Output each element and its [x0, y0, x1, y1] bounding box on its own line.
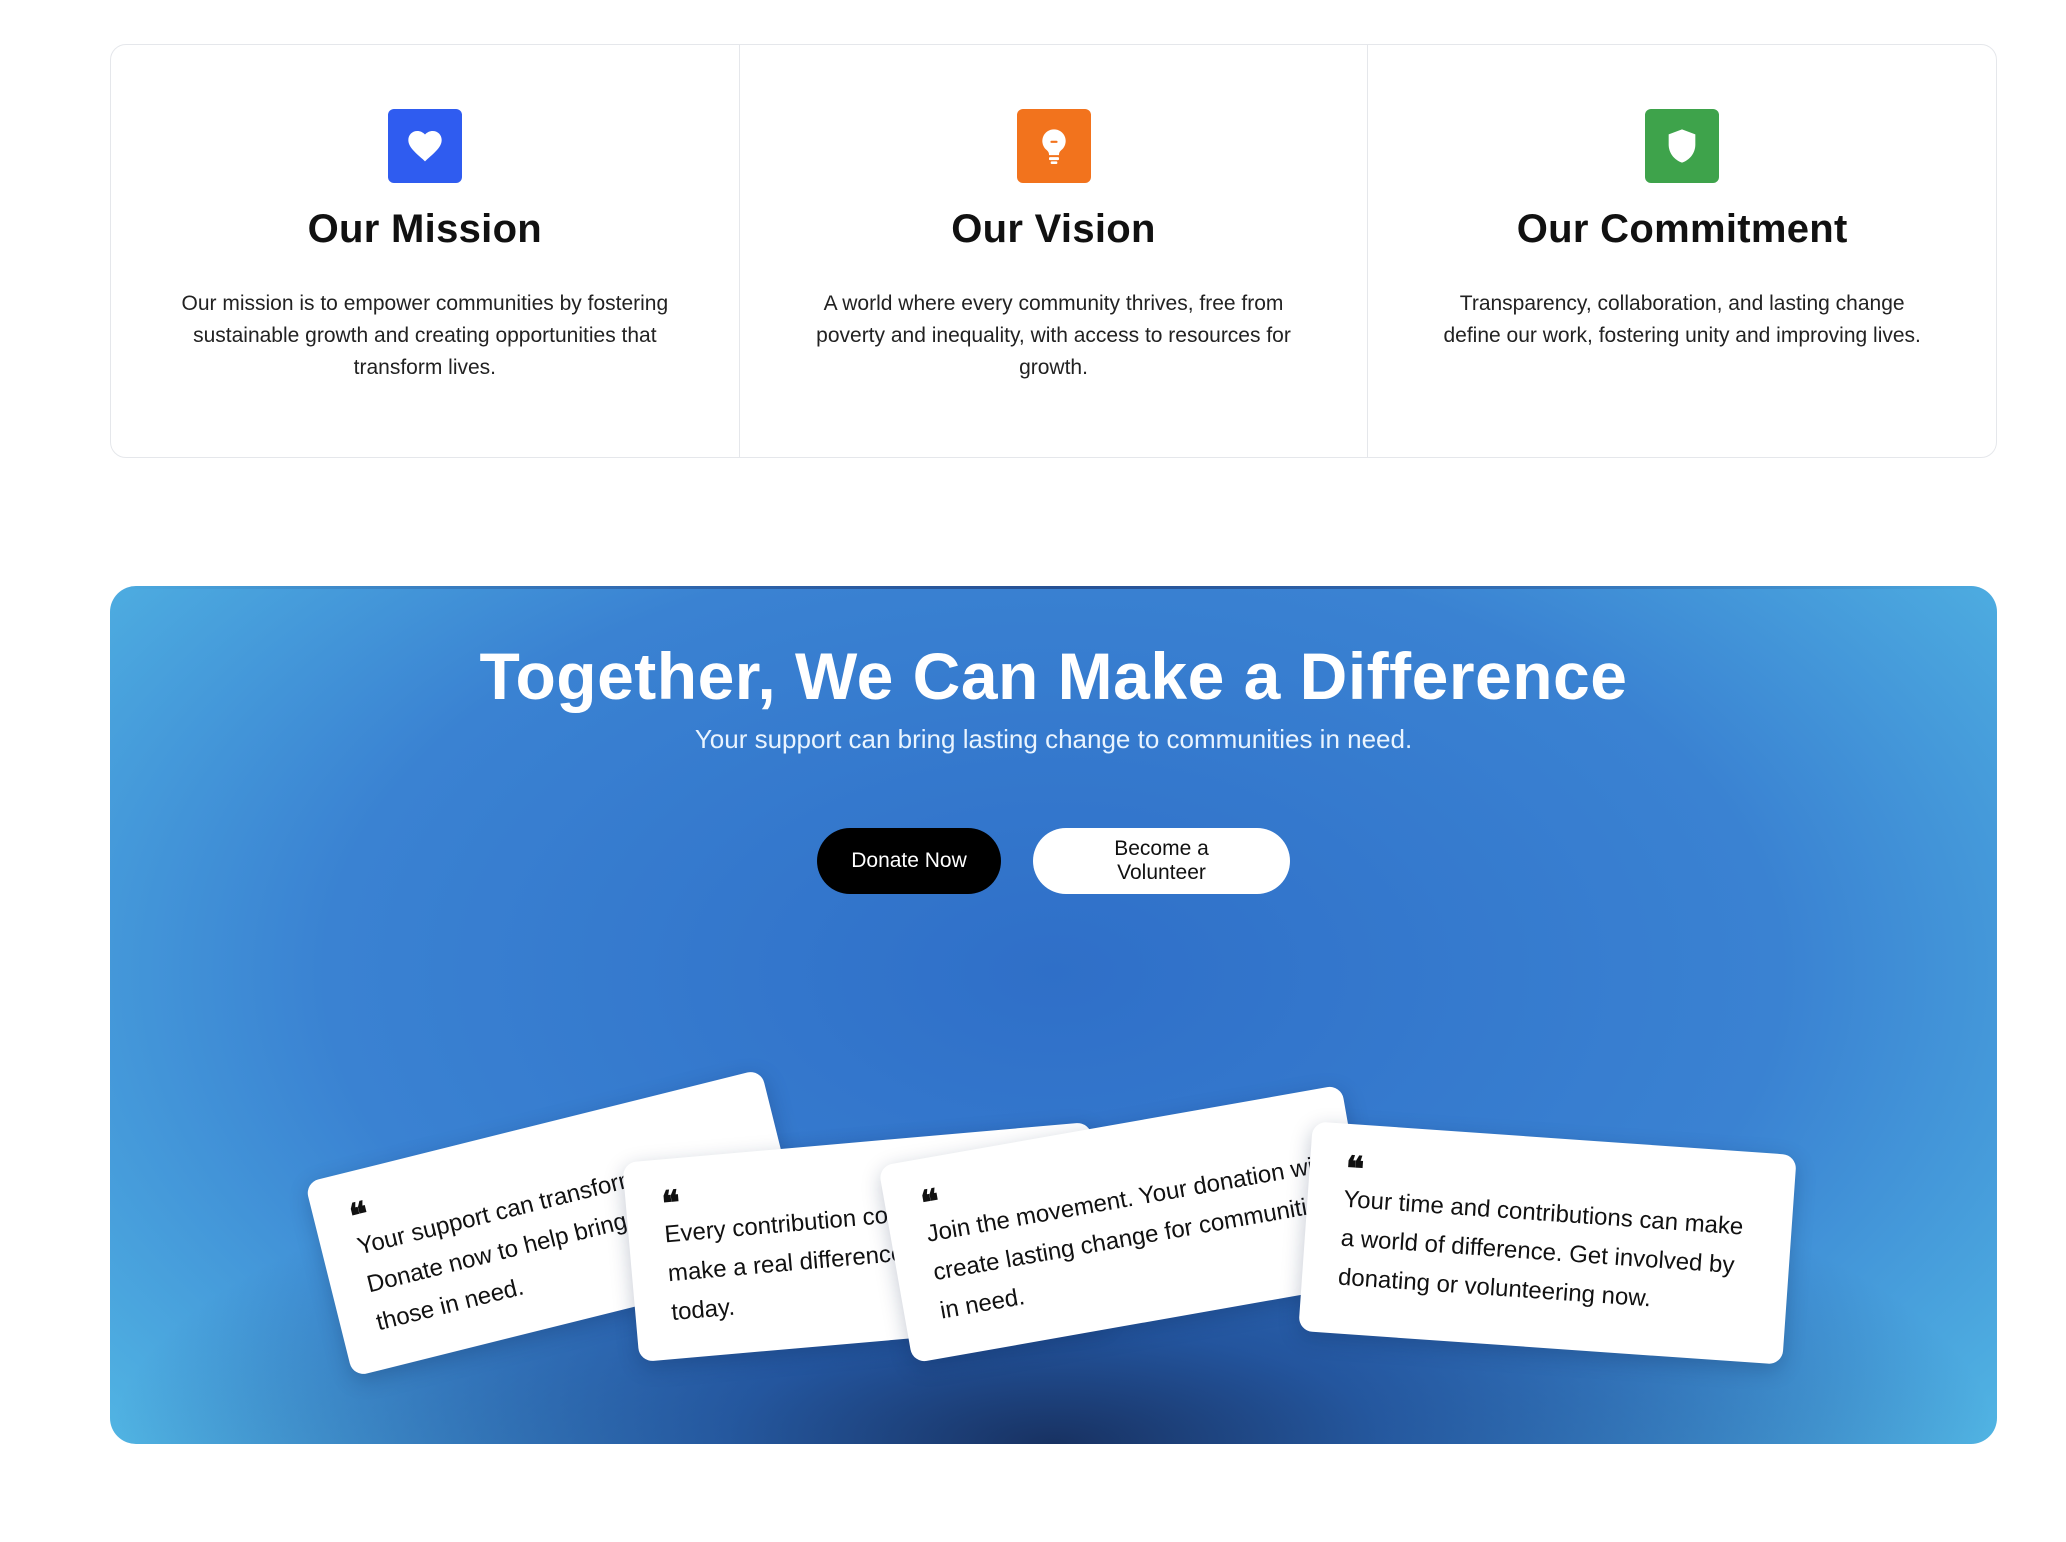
shield-icon [1668, 129, 1696, 163]
heart-icon [408, 131, 442, 162]
mission-icon-badge [387, 109, 462, 183]
lightbulb-icon [1041, 129, 1066, 164]
donate-now-button[interactable]: Donate Now [817, 828, 1001, 894]
commitment-icon-badge [1645, 109, 1720, 183]
vision-card: Our Vision A world where every community… [738, 45, 1368, 457]
vision-text: A world where every community thrives, f… [816, 292, 1291, 379]
cta-buttons: Donate Now Become a Volunteer [110, 828, 1997, 894]
values-section: Our Mission Our mission is to empower co… [110, 44, 1997, 458]
commitment-title: Our Commitment [1516, 207, 1848, 251]
commitment-card: Our Commitment Transparency, collaborati… [1367, 45, 1996, 457]
mission-title: Our Mission [307, 207, 543, 251]
vision-title: Our Vision [951, 207, 1156, 251]
mission-text: Our mission is to empower communities by… [181, 292, 669, 379]
commitment-text: Transparency, collaboration, and lasting… [1443, 292, 1921, 347]
cta-title: Together, We Can Make a Difference [479, 639, 1628, 713]
become-volunteer-button[interactable]: Become a Volunteer [1033, 828, 1290, 894]
cta-banner: Together, We Can Make a Difference Your … [110, 586, 1997, 1444]
testimonial-card: ❝ Your time and contributions can make a… [1298, 1121, 1797, 1365]
vision-icon-badge [1016, 109, 1091, 183]
cta-subtitle: Your support can bring lasting change to… [694, 724, 1413, 754]
mission-card: Our Mission Our mission is to empower co… [111, 45, 739, 457]
